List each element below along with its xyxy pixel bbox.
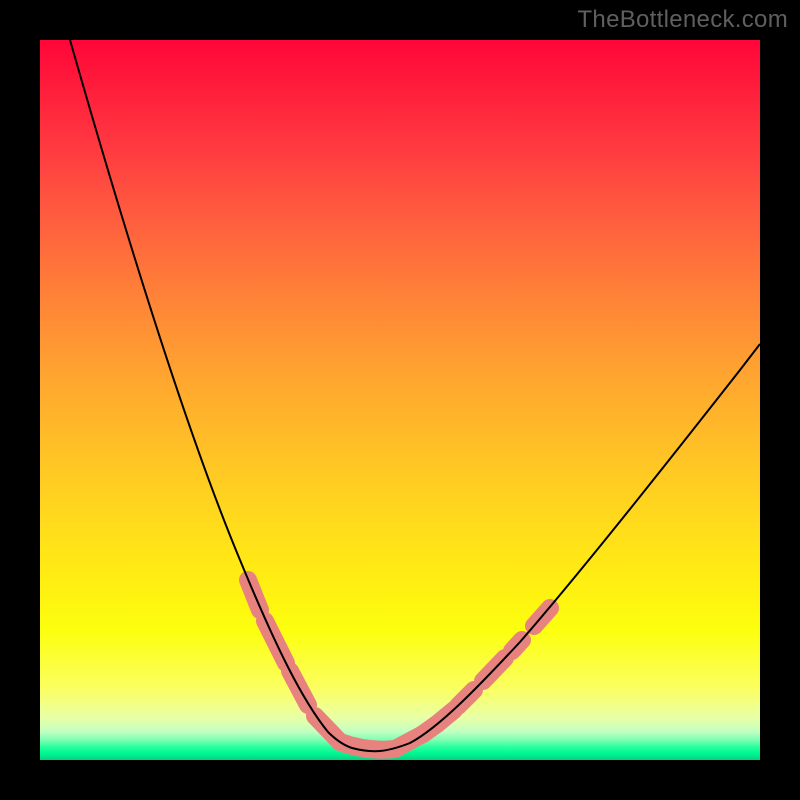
highlight-beads	[248, 580, 550, 750]
curve-layer	[40, 40, 760, 760]
plot-area	[40, 40, 760, 760]
bottleneck-curve	[70, 40, 760, 751]
watermark-text: TheBottleneck.com	[577, 6, 788, 34]
chart-frame: TheBottleneck.com	[0, 0, 800, 800]
